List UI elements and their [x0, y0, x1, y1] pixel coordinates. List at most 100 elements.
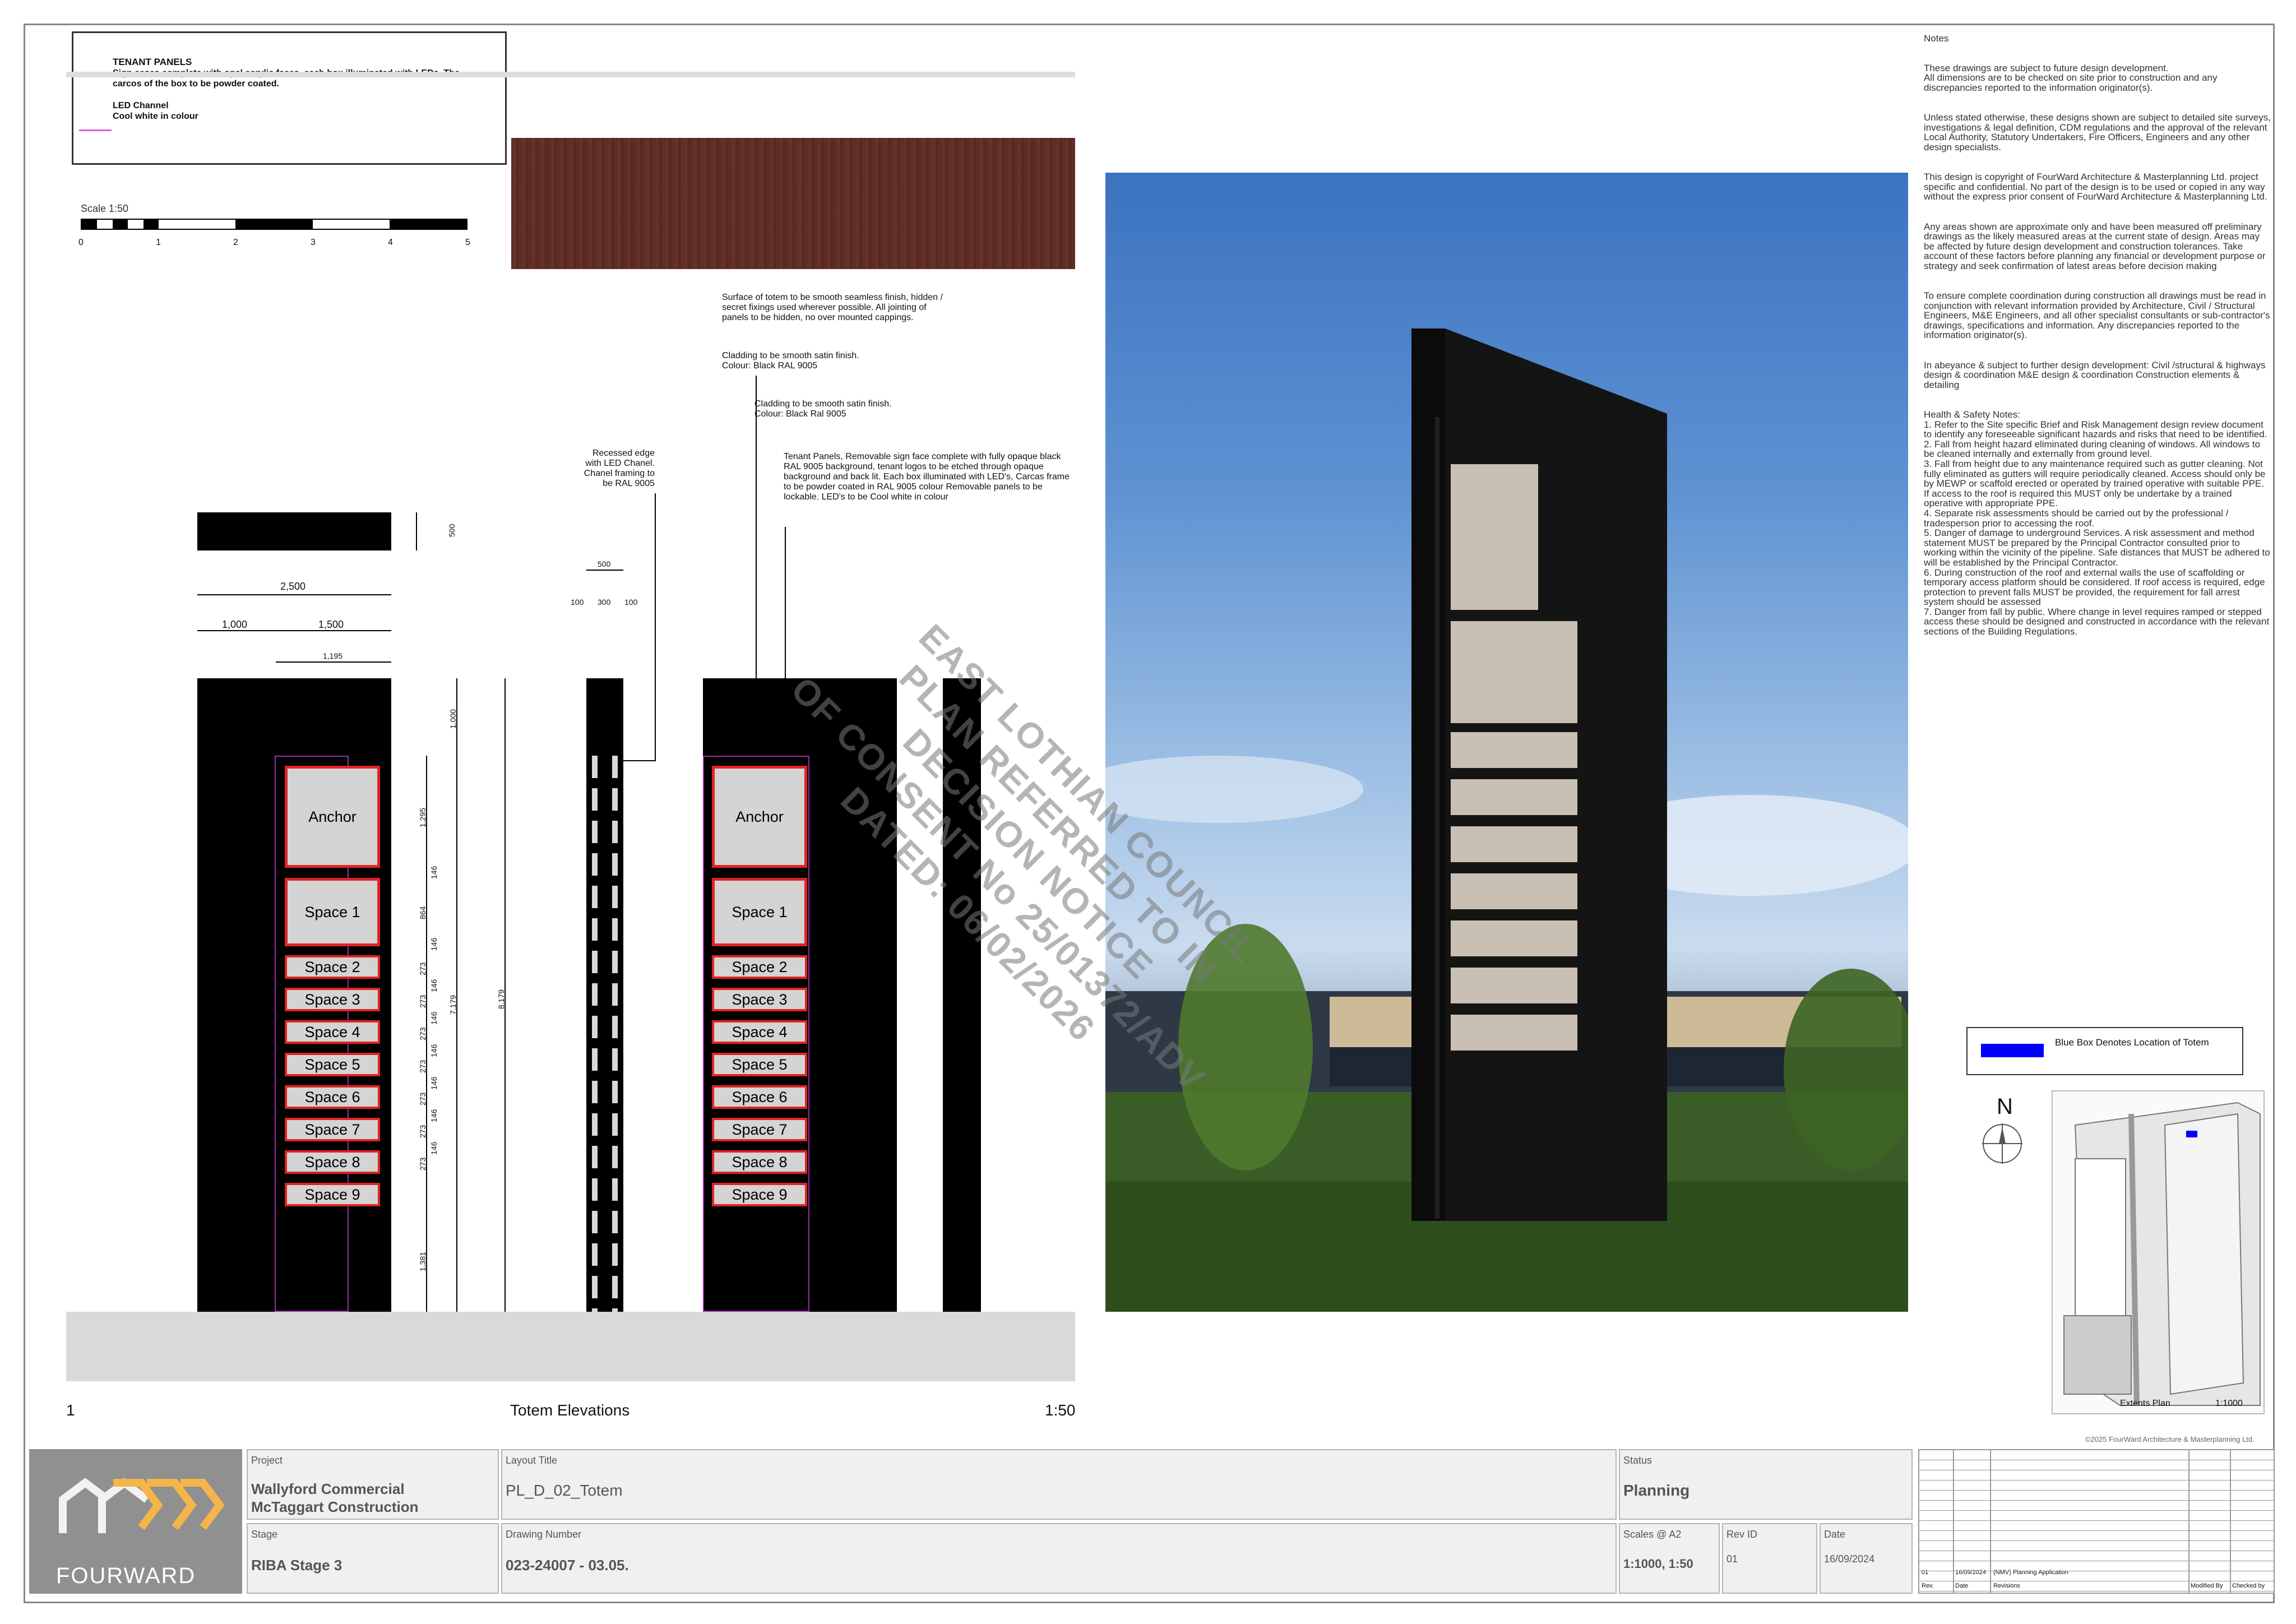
fourward-logo: FOURWARD [29, 1449, 242, 1594]
scale-tick: 1 [156, 238, 161, 247]
scale-tick: 4 [388, 238, 393, 247]
tenant-panel-space-6: Space 6 [285, 1085, 380, 1109]
tenant-panel-space-4: Space 4 [285, 1020, 380, 1044]
project-line-2: McTaggart Construction [251, 1498, 419, 1515]
note-tenant-panels: Tenant Panels, Removable sign face compl… [784, 452, 1070, 502]
dim-146: 146 [429, 1011, 438, 1025]
tenant-panel-space-3: Space 3 [285, 988, 380, 1011]
dim-273: 273 [418, 1157, 427, 1170]
north-label: N [1997, 1094, 2013, 1119]
revision-description: (NMV) Planning Application [1993, 1569, 2068, 1576]
dim-line [416, 512, 417, 550]
notes-paragraph: To ensure complete coordination during c… [1924, 290, 2270, 341]
dim-line [586, 570, 623, 571]
drawing-title: Totem Elevations [510, 1401, 630, 1419]
status-cell: Status Planning [1619, 1449, 1913, 1520]
dim-146: 146 [429, 866, 438, 879]
layout-title-value: PL_D_02_Totem [506, 1482, 623, 1499]
dim-line [276, 661, 391, 663]
tenant-panel-space-4: Space 4 [712, 1020, 807, 1044]
layout-title-cell: Layout Title PL_D_02_Totem [501, 1449, 1617, 1520]
tenant-panel-space-8: Space 8 [712, 1150, 807, 1174]
led-channel-swatch [79, 129, 112, 131]
drawing-number-label: Drawing Number [506, 1529, 582, 1540]
dim-1500: 1,500 [318, 619, 344, 630]
tenant-panel-space-9: Space 9 [712, 1183, 807, 1206]
dim-7179: 7,179 [448, 994, 457, 1015]
legend-led-text: Cool white in colour [113, 112, 198, 121]
tenant-panel-space-1: Space 1 [285, 878, 380, 946]
dim-146: 146 [429, 979, 438, 992]
leader-line [619, 760, 656, 761]
extents-plan: Extents Plan 1:1000 [2052, 1090, 2265, 1414]
rev-id-cell: Rev ID 01 [1722, 1523, 1817, 1594]
stage-cell: Stage RIBA Stage 3 [247, 1523, 499, 1594]
notes-paragraph: In abeyance & subject to further design … [1924, 359, 2266, 390]
scales-value: 1:1000, 1:50 [1623, 1557, 1693, 1571]
tenant-panel-space-1: Space 1 [712, 878, 807, 946]
location-legend: Blue Box Denotes Location of Totem [1966, 1027, 2243, 1075]
dim-1295: 1,295 [418, 807, 427, 827]
drawing-number-value: 023-24007 - 03.05. [506, 1557, 629, 1574]
drawing-number-cell: Drawing Number 023-24007 - 03.05. [501, 1523, 1617, 1594]
dim-146: 146 [429, 937, 438, 951]
rev-id-label: Rev ID [1726, 1529, 1758, 1540]
tenant-panel-space-8: Space 8 [285, 1150, 380, 1174]
location-legend-text: Blue Box Denotes Location of Totem [2055, 1037, 2209, 1048]
note-surface: Surface of totem to be smooth seamless f… [722, 293, 943, 322]
project-label: Project [251, 1455, 283, 1466]
leader-line [655, 493, 656, 760]
tenant-panel-space-2: Space 2 [712, 955, 807, 979]
dim-146: 146 [429, 1044, 438, 1057]
dim-146: 146 [429, 1141, 438, 1155]
dim-273: 273 [418, 1125, 427, 1138]
project-line-1: Wallyford Commercial [251, 1480, 405, 1497]
tenant-panel-space-2: Space 2 [285, 955, 380, 979]
status-label: Status [1623, 1455, 1652, 1466]
dim-2500: 2,500 [280, 581, 306, 592]
dim-1381: 1,381 [418, 1251, 427, 1271]
legend-text: Sign cases complete with opal acrylic fa… [113, 68, 460, 89]
date-value: 16/09/2024 [1824, 1553, 1875, 1565]
dim-8179: 8,179 [497, 989, 506, 1009]
note-cladding-1: Cladding to be smooth satin finish. Colo… [722, 351, 859, 371]
tenant-panel-space-7: Space 7 [712, 1118, 807, 1141]
dim-side-100: 100 [571, 598, 584, 607]
dim-864: 864 [418, 906, 427, 919]
logo-text: FOURWARD [56, 1563, 196, 1588]
extents-plan-label: Extents Plan [2120, 1399, 2170, 1408]
project-cell: Project Wallyford Commercial McTaggart C… [247, 1449, 499, 1520]
notes-heading: Notes [1924, 33, 1949, 44]
tenant-panel-space-9: Space 9 [285, 1183, 380, 1206]
tenant-panel-anchor: Anchor [285, 766, 380, 868]
scale-tick: 2 [233, 238, 238, 247]
north-arrow-icon [1981, 1122, 2024, 1165]
general-notes: Notes These drawings are subject to futu… [1924, 24, 2271, 646]
rev-id-value: 01 [1726, 1553, 1738, 1565]
dim-273: 273 [418, 1092, 427, 1105]
copyright: ©2025 FourWard Architecture & Masterplan… [2085, 1435, 2255, 1443]
legend-box: TENANT PANELS Sign cases complete with o… [72, 31, 507, 165]
dim-1000-vertical: 1,000 [448, 709, 457, 729]
revision-id: 01 [1922, 1569, 1929, 1576]
top-cap-plan [197, 512, 391, 550]
note-recessed-edge: Recessed edge with LED Chanel. Chanel fr… [584, 448, 655, 488]
status-value: Planning [1623, 1482, 1690, 1499]
dim-146: 146 [429, 1109, 438, 1122]
dim-1000: 1,000 [222, 619, 248, 630]
tenant-panel-space-3: Space 3 [712, 988, 807, 1011]
revision-date: 16/09/2024 [1955, 1569, 1987, 1576]
blue-box-swatch [1981, 1044, 2044, 1057]
scale-tick: 0 [78, 238, 84, 247]
totem-render-image [1105, 173, 1908, 1312]
legend-led-heading: LED Channel [113, 101, 169, 110]
stage-label: Stage [251, 1529, 278, 1540]
scales-cell: Scales @ A2 1:1000, 1:50 [1619, 1523, 1720, 1594]
dim-1195: 1,195 [323, 651, 343, 660]
dim-line [197, 594, 391, 595]
tenant-panel-space-6: Space 6 [712, 1085, 807, 1109]
scale-tick: 3 [311, 238, 316, 247]
revision-header: Revisions [1993, 1583, 2020, 1589]
cladding-sample [511, 138, 1075, 269]
dim-side-500: 500 [598, 559, 611, 568]
